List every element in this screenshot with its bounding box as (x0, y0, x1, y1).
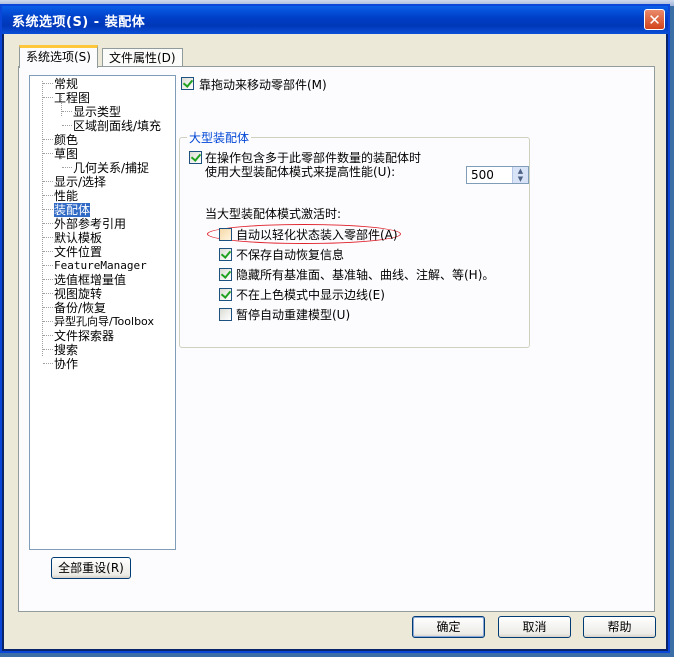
tree-item-label: 常规 (54, 77, 79, 91)
tree-branch (62, 111, 72, 112)
close-icon: ✕ (648, 11, 661, 29)
tree-item-label: 性能 (54, 189, 79, 203)
tab-system-options[interactable]: 系统选项(S) (19, 45, 98, 68)
dialog-client: 系统选项(S) 文件属性(D) 常规 工程图 显示类型 区域剖面线/填充 颜色 … (4, 34, 666, 649)
tree-branch (43, 139, 53, 140)
tree-branch (43, 251, 53, 252)
when-active-label: 当大型装配体模式激活时: (205, 207, 342, 221)
move-by-drag-checkbox[interactable] (181, 77, 194, 90)
title-bar[interactable]: 系统选项(S) - 装配体 ✕ (2, 6, 668, 34)
tree-item-label: 选值框增量值 (54, 273, 127, 287)
hide-references-label: 隐藏所有基准面、基准轴、曲线、注解、等(H)。 (236, 268, 495, 282)
tree-item-label: 显示类型 (73, 105, 122, 119)
tree-item-label: 显示/选择 (54, 175, 107, 189)
tree-branch (43, 335, 53, 336)
tree-item-label: 几何关系/捕捉 (73, 161, 150, 175)
tree-branch (43, 181, 53, 182)
tree-item-external-references[interactable]: 外部参考引用 (54, 217, 126, 231)
tree-branch (43, 97, 53, 98)
large-assembly-threshold-checkbox[interactable] (189, 151, 202, 164)
options-dialog: 系统选项(S) - 装配体 ✕ 系统选项(S) 文件属性(D) 常规 工程图 显… (0, 4, 670, 653)
no-autorecover-checkbox[interactable] (219, 248, 232, 261)
reset-all-button[interactable]: 全部重设(R) (51, 557, 131, 579)
no-edges-shaded-label: 不在上色模式中显示边线(E) (236, 288, 385, 302)
tree-item-file-explorer[interactable]: 文件探索器 (54, 329, 114, 343)
tree-branch (43, 321, 53, 322)
spin-down-icon[interactable]: ▼ (512, 175, 528, 183)
tree-branch (43, 153, 53, 154)
tree-item-area-hatch[interactable]: 区域剖面线/填充 (73, 119, 161, 133)
threshold-label-line2: 使用大型装配体模式来提高性能(U): (205, 165, 396, 179)
tree-item-hole-wizard-toolbox[interactable]: 异型孔向导/Toolbox (54, 315, 154, 329)
no-autorecover-label: 不保存自动恢复信息 (236, 248, 345, 262)
tree-item-label: 文件探索器 (54, 329, 115, 343)
lightweight-load-label: 自动以轻化状态装入零部件(A) (236, 228, 398, 242)
tree-branch (43, 209, 53, 210)
tree-item-view-rotation[interactable]: 视图旋转 (54, 287, 102, 301)
tree-item-backup-recover[interactable]: 备份/恢复 (54, 301, 106, 315)
dialog-title: 系统选项(S) - 装配体 (12, 15, 146, 30)
tree-item-label: 文件位置 (54, 245, 103, 259)
tree-item-assemblies[interactable]: 装配体 (54, 203, 91, 217)
tree-item-label: 协作 (54, 357, 79, 371)
tree-item-label: 外部参考引用 (54, 217, 127, 231)
close-button[interactable]: ✕ (644, 9, 665, 30)
tree-item-label: 装配体 (54, 203, 91, 217)
tree-item-display-type[interactable]: 显示类型 (73, 105, 121, 119)
tree-item-collaboration[interactable]: 协作 (54, 357, 78, 371)
hide-references-checkbox[interactable] (219, 268, 232, 281)
spin-up-icon[interactable]: ▲ (512, 167, 528, 175)
cancel-button[interactable]: 取消 (498, 616, 571, 638)
large-assembly-legend: 大型装配体 (187, 129, 252, 146)
tree-branch (62, 167, 72, 168)
tree-branch (43, 223, 53, 224)
tree-branch (43, 237, 53, 238)
tab-panel: 常规 工程图 显示类型 区域剖面线/填充 颜色 草图 几何关系/捕捉 显示/选择… (18, 66, 655, 612)
tree-item-label: 视图旋转 (54, 287, 103, 301)
tree-branch (62, 125, 72, 126)
threshold-value: 500 (471, 168, 494, 182)
tab-document-properties[interactable]: 文件属性(D) (102, 48, 183, 67)
tree-item-label: 备份/恢复 (54, 301, 107, 315)
tree-line (42, 81, 43, 356)
tree-branch (43, 363, 53, 364)
tree-item-label: 草图 (54, 147, 79, 161)
tree-branch (43, 83, 53, 84)
tree-item-label: 搜索 (54, 343, 79, 357)
options-tree[interactable]: 常规 工程图 显示类型 区域剖面线/填充 颜色 草图 几何关系/捕捉 显示/选择… (29, 75, 176, 550)
tree-item-performance[interactable]: 性能 (54, 189, 78, 203)
tree-branch (43, 293, 53, 294)
tree-item-label: 工程图 (54, 91, 91, 105)
ok-button[interactable]: 确定 (412, 616, 485, 638)
tree-item-featuremanager[interactable]: FeatureManager (54, 259, 147, 273)
suspend-rebuild-checkbox[interactable] (219, 308, 232, 321)
move-by-drag-label: 靠拖动来移动零部件(M) (199, 78, 327, 92)
tree-branch (43, 195, 53, 196)
lightweight-load-checkbox[interactable] (219, 228, 232, 241)
tree-branch (43, 349, 53, 350)
tree-item-relations-snaps[interactable]: 几何关系/捕捉 (73, 161, 149, 175)
tree-item-general[interactable]: 常规 (54, 77, 78, 91)
help-button[interactable]: 帮助 (583, 616, 656, 638)
no-edges-shaded-checkbox[interactable] (219, 288, 232, 301)
tree-item-colors[interactable]: 颜色 (54, 133, 78, 147)
tree-item-label: 区域剖面线/填充 (73, 119, 162, 133)
tree-item-sketch[interactable]: 草图 (54, 147, 78, 161)
tree-item-file-locations[interactable]: 文件位置 (54, 245, 102, 259)
tree-branch (43, 307, 53, 308)
tree-item-drawings[interactable]: 工程图 (54, 91, 90, 105)
tree-item-label: 异型孔向导/Toolbox (54, 315, 154, 328)
tree-branch (43, 265, 53, 266)
tree-branch (43, 279, 53, 280)
tree-item-spin-box-increments[interactable]: 选值框增量值 (54, 273, 126, 287)
tree-item-display-selection[interactable]: 显示/选择 (54, 175, 106, 189)
tree-item-label: FeatureManager (54, 259, 147, 272)
tree-item-search[interactable]: 搜索 (54, 343, 78, 357)
threshold-spinbox[interactable]: 500 ▲ ▼ (466, 166, 529, 184)
tree-item-label: 颜色 (54, 133, 79, 147)
tree-item-default-templates[interactable]: 默认模板 (54, 231, 102, 245)
tree-item-label: 默认模板 (54, 231, 103, 245)
suspend-rebuild-label: 暂停自动重建模型(U) (236, 308, 351, 322)
